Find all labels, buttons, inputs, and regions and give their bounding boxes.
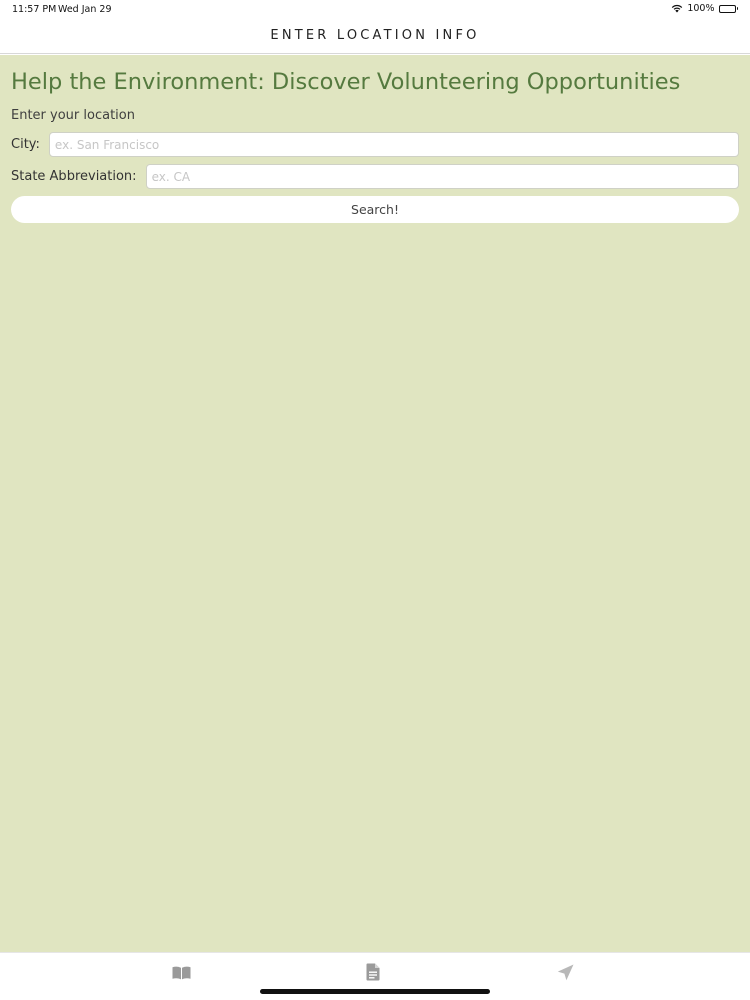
city-row: City: <box>11 132 739 157</box>
page-title: Help the Environment: Discover Volunteer… <box>11 69 681 95</box>
document-icon <box>366 963 380 985</box>
location-arrow-icon <box>557 964 574 985</box>
nav-title: ENTER LOCATION INFO <box>270 28 480 43</box>
book-icon <box>172 965 191 984</box>
location-prompt: Enter your location <box>11 108 135 123</box>
status-time: 11:57 PM <box>12 4 57 15</box>
city-input[interactable] <box>48 132 739 157</box>
status-indicators: 100% <box>671 3 738 14</box>
state-input[interactable] <box>145 164 739 189</box>
tab-read[interactable] <box>161 963 201 985</box>
city-label: City: <box>11 137 40 152</box>
main-content: Help the Environment: Discover Volunteer… <box>0 55 750 952</box>
tab-nearby[interactable] <box>545 963 585 985</box>
home-indicator <box>260 989 490 994</box>
status-date: Wed Jan 29 <box>58 4 112 15</box>
state-label: State Abbreviation: <box>11 169 137 184</box>
search-button[interactable]: Search! <box>11 196 739 223</box>
battery-icon <box>718 4 738 13</box>
state-row: State Abbreviation: <box>11 164 739 189</box>
navigation-bar: ENTER LOCATION INFO <box>0 18 750 54</box>
wifi-icon <box>671 4 683 13</box>
battery-percent: 100% <box>687 3 715 14</box>
app-window: 11:57 PM Wed Jan 29 100% ENTER LOCATION … <box>0 0 750 1000</box>
tab-location-info[interactable] <box>353 963 393 985</box>
status-bar: 11:57 PM Wed Jan 29 100% <box>0 0 750 18</box>
